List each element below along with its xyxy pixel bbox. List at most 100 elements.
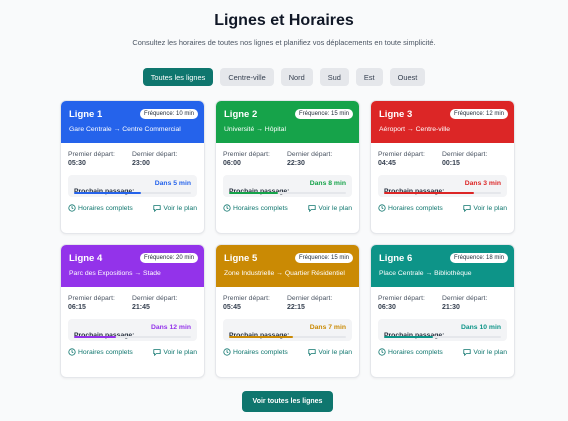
frequency-badge: Fréquence: 18 min	[449, 253, 508, 263]
view-map-label: Voir le plan	[473, 348, 507, 356]
clock-icon	[223, 204, 231, 212]
line-card: Ligne 5 Fréquence: 15 min Zone Industrie…	[215, 244, 360, 378]
full-schedule-link[interactable]: Horaires complets	[378, 204, 443, 212]
progress-fill	[74, 336, 117, 338]
line-route: Zone Industrielle → Quartier Résidentiel	[224, 270, 345, 277]
full-schedule-label: Horaires complets	[233, 348, 288, 356]
next-passage-box: Prochain passage: Dans 3 min	[378, 175, 507, 197]
line-card-header: Ligne 5 Fréquence: 15 min Zone Industrie…	[216, 245, 359, 287]
full-schedule-label: Horaires complets	[388, 204, 443, 212]
full-schedule-label: Horaires complets	[78, 348, 133, 356]
line-card: Ligne 3 Fréquence: 12 min Aéroport → Cen…	[370, 100, 515, 234]
last-departure-time: 22:30	[287, 160, 305, 167]
map-icon	[153, 205, 161, 212]
clock-icon	[378, 204, 386, 212]
last-departure-label: Dernier départ:	[132, 151, 178, 158]
view-map-link[interactable]: Voir le plan	[308, 348, 352, 356]
filter-centre-ville[interactable]: Centre-ville	[220, 68, 274, 86]
line-card: Ligne 2 Fréquence: 15 min Université → H…	[215, 100, 360, 234]
full-schedule-link[interactable]: Horaires complets	[68, 204, 133, 212]
line-card-header: Ligne 6 Fréquence: 18 min Place Centrale…	[371, 245, 514, 287]
map-icon	[463, 205, 471, 212]
last-departure-time: 23:00	[132, 160, 150, 167]
next-passage-progress	[384, 192, 501, 194]
next-passage-value: Dans 10 min	[460, 324, 501, 331]
first-departure-time: 06:00	[223, 160, 241, 167]
next-passage-box: Prochain passage: Dans 5 min	[68, 175, 197, 197]
progress-fill	[384, 336, 434, 338]
progress-fill	[74, 192, 141, 194]
view-map-label: Voir le plan	[473, 204, 507, 212]
page-subtitle: Consultez les horaires de toutes nos lig…	[132, 38, 436, 47]
view-map-link[interactable]: Voir le plan	[463, 348, 507, 356]
line-card-header: Ligne 3 Fréquence: 12 min Aéroport → Cen…	[371, 101, 514, 143]
line-route: Gare Centrale → Centre Commercial	[69, 126, 181, 133]
last-departure-time: 21:30	[442, 304, 460, 311]
full-schedule-label: Horaires complets	[388, 348, 443, 356]
full-schedule-label: Horaires complets	[78, 204, 133, 212]
last-departure-time: 21:45	[132, 304, 150, 311]
view-map-link[interactable]: Voir le plan	[153, 348, 197, 356]
clock-icon	[68, 348, 76, 356]
first-departure-time: 06:15	[68, 304, 86, 311]
last-departure-label: Dernier départ:	[287, 151, 333, 158]
last-departure-label: Dernier départ:	[442, 151, 488, 158]
filter-est[interactable]: Est	[355, 68, 383, 86]
clock-icon	[68, 204, 76, 212]
frequency-badge: Fréquence: 20 min	[139, 253, 198, 263]
progress-fill	[229, 192, 279, 194]
first-departure-time: 05:45	[223, 304, 241, 311]
next-passage-box: Prochain passage: Dans 8 min	[223, 175, 352, 197]
first-departure-label: Premier départ:	[223, 151, 270, 158]
line-route: Aéroport → Centre-ville	[379, 126, 451, 133]
clock-icon	[378, 348, 386, 356]
line-route: Place Centrale → Bibliothèque	[379, 270, 472, 277]
line-card-header: Ligne 1 Fréquence: 10 min Gare Centrale …	[61, 101, 204, 143]
first-departure-time: 06:30	[378, 304, 396, 311]
last-departure-time: 00:15	[442, 160, 460, 167]
full-schedule-link[interactable]: Horaires complets	[68, 348, 133, 356]
view-all-lines-button[interactable]: Voir toutes les lignes	[242, 391, 333, 412]
line-card: Ligne 1 Fréquence: 10 min Gare Centrale …	[60, 100, 205, 234]
next-passage-value: Dans 7 min	[309, 324, 346, 331]
filter-bar: Toutes les lignes Centre-ville Nord Sud …	[0, 68, 568, 86]
filter-all[interactable]: Toutes les lignes	[142, 68, 214, 86]
line-card-header: Ligne 2 Fréquence: 15 min Université → H…	[216, 101, 359, 143]
next-passage-box: Prochain passage: Dans 12 min	[68, 319, 197, 341]
frequency-badge: Fréquence: 10 min	[139, 109, 198, 119]
progress-fill	[229, 336, 294, 338]
filter-ouest[interactable]: Ouest	[389, 68, 426, 86]
last-departure-label: Dernier départ:	[132, 295, 178, 302]
map-icon	[463, 349, 471, 356]
next-passage-value: Dans 8 min	[309, 180, 346, 187]
view-map-label: Voir le plan	[163, 204, 197, 212]
map-icon	[308, 205, 316, 212]
view-map-label: Voir le plan	[318, 348, 352, 356]
next-passage-progress	[384, 336, 501, 338]
first-departure-time: 05:30	[68, 160, 86, 167]
full-schedule-link[interactable]: Horaires complets	[223, 348, 288, 356]
map-icon	[153, 349, 161, 356]
first-departure-label: Premier départ:	[378, 151, 425, 158]
last-departure-label: Dernier départ:	[442, 295, 488, 302]
view-map-link[interactable]: Voir le plan	[463, 204, 507, 212]
line-cards-grid: Ligne 1 Fréquence: 10 min Gare Centrale …	[60, 100, 515, 378]
view-map-link[interactable]: Voir le plan	[308, 204, 352, 212]
frequency-badge: Fréquence: 15 min	[294, 253, 353, 263]
progress-fill	[384, 192, 475, 194]
line-card-header: Ligne 4 Fréquence: 20 min Parc des Expos…	[61, 245, 204, 287]
line-route: Parc des Expositions → Stade	[69, 270, 161, 277]
next-passage-value: Dans 5 min	[154, 180, 191, 187]
filter-nord[interactable]: Nord	[280, 68, 313, 86]
last-departure-time: 22:15	[287, 304, 305, 311]
filter-sud[interactable]: Sud	[319, 68, 349, 86]
full-schedule-link[interactable]: Horaires complets	[378, 348, 443, 356]
next-passage-value: Dans 3 min	[464, 180, 501, 187]
clock-icon	[223, 348, 231, 356]
last-departure-label: Dernier départ:	[287, 295, 333, 302]
full-schedule-link[interactable]: Horaires complets	[223, 204, 288, 212]
next-passage-progress	[229, 336, 346, 338]
page-title: Lignes et Horaires	[214, 12, 354, 29]
first-departure-time: 04:45	[378, 160, 396, 167]
view-map-link[interactable]: Voir le plan	[153, 204, 197, 212]
